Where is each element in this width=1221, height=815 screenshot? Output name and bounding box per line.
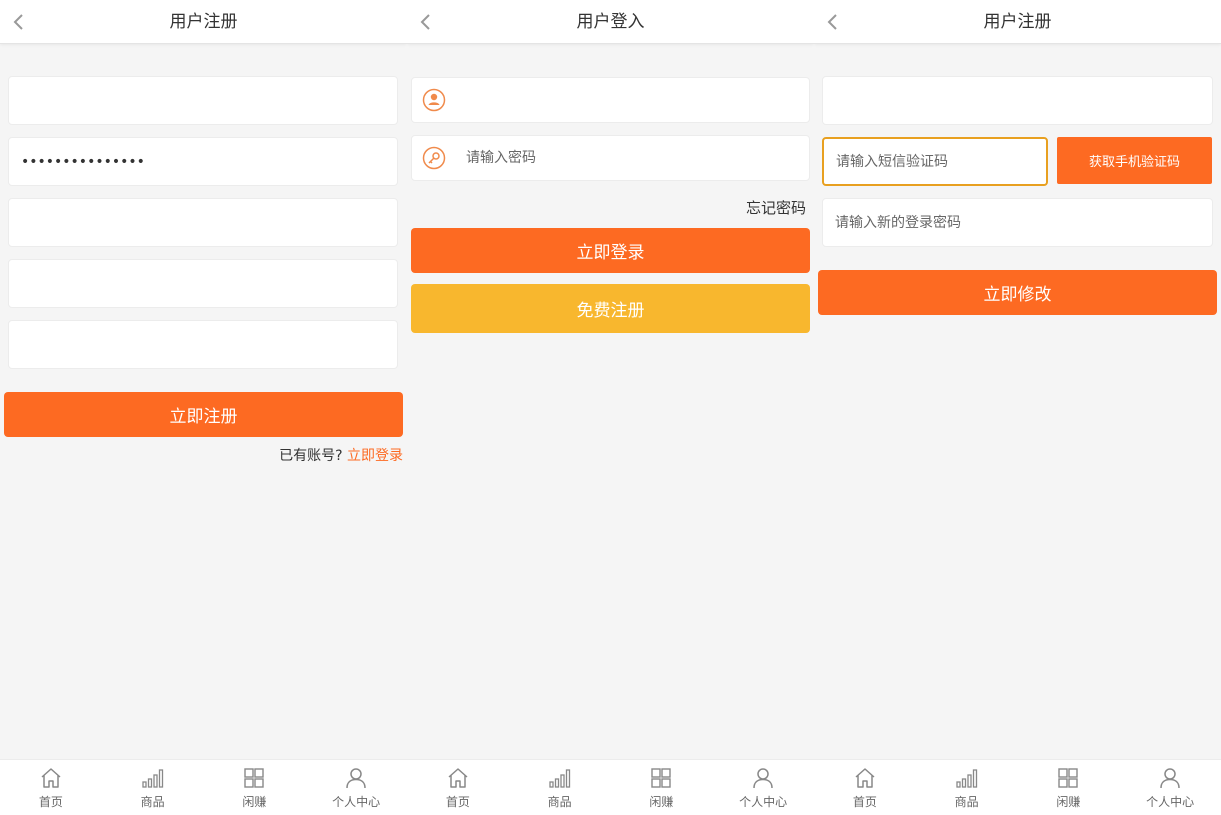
tab-profile[interactable]: 个人中心 bbox=[305, 760, 407, 815]
login-prompt: 已有账号? 立即登录 bbox=[279, 445, 403, 465]
tab-profile-label: 个人中心 bbox=[332, 795, 381, 809]
tab-products-label: 商品 bbox=[547, 795, 572, 809]
bar-chart-icon bbox=[141, 769, 163, 788]
confirm-password-field bbox=[8, 198, 398, 247]
password-field bbox=[411, 135, 810, 181]
register-submit-button[interactable]: 立即注册 bbox=[4, 392, 403, 437]
new-password-field bbox=[822, 198, 1213, 247]
password-input[interactable] bbox=[412, 136, 809, 180]
tab-profile[interactable]: 个人中心 bbox=[1119, 760, 1221, 815]
login-button[interactable]: 立即登录 bbox=[411, 228, 810, 273]
free-register-button[interactable]: 免费注册 bbox=[411, 284, 810, 333]
home-icon bbox=[448, 768, 468, 788]
tab-products-label: 商品 bbox=[140, 795, 165, 809]
grid-icon bbox=[244, 768, 265, 788]
phone-field bbox=[822, 76, 1213, 125]
home-icon bbox=[41, 768, 61, 788]
page-title: 用户注册 bbox=[169, 12, 238, 32]
bottom-tabbar: 首页 商品 闲赚 个人中心 bbox=[0, 759, 407, 815]
reset-password-screen: 用户注册 获取手机验证码 立即修改 首页 商品 闲赚 个人中心 bbox=[814, 0, 1221, 815]
tab-products[interactable]: 商品 bbox=[102, 760, 204, 815]
reset-submit-button[interactable]: 立即修改 bbox=[818, 270, 1217, 315]
username-input[interactable] bbox=[412, 78, 809, 122]
tab-home-label: 首页 bbox=[38, 795, 63, 809]
has-account-text: 已有账号? bbox=[279, 448, 343, 464]
invite-code-field bbox=[8, 320, 398, 369]
tab-profile-label: 个人中心 bbox=[739, 795, 788, 809]
page-title: 用户登入 bbox=[576, 12, 645, 32]
username-field bbox=[8, 76, 398, 125]
new-password-input[interactable] bbox=[823, 199, 1212, 246]
header: 用户登入 bbox=[407, 0, 814, 44]
grid-icon bbox=[651, 768, 672, 788]
tab-home[interactable]: 首页 bbox=[814, 760, 916, 815]
tab-earn[interactable]: 闲赚 bbox=[611, 760, 713, 815]
confirm-password-input[interactable] bbox=[9, 199, 397, 246]
get-sms-code-button[interactable]: 获取手机验证码 bbox=[1057, 137, 1212, 184]
username-field bbox=[411, 77, 810, 123]
login-link[interactable]: 立即登录 bbox=[347, 448, 403, 464]
user-icon bbox=[346, 768, 366, 789]
tab-earn[interactable]: 闲赚 bbox=[204, 760, 306, 815]
tab-home[interactable]: 首页 bbox=[407, 760, 509, 815]
phone-input[interactable] bbox=[823, 77, 1212, 124]
tab-home-label: 首页 bbox=[852, 795, 877, 809]
header: 用户注册 bbox=[0, 0, 407, 44]
bottom-tabbar: 首页 商品 闲赚 个人中心 bbox=[814, 759, 1221, 815]
user-icon bbox=[1160, 768, 1180, 789]
sms-code-field bbox=[822, 137, 1048, 186]
grid-icon bbox=[1058, 768, 1079, 788]
bottom-tabbar: 首页 商品 闲赚 个人中心 bbox=[407, 759, 814, 815]
tab-products[interactable]: 商品 bbox=[509, 760, 611, 815]
tab-earn[interactable]: 闲赚 bbox=[1018, 760, 1120, 815]
forgot-password-link[interactable]: 忘记密码 bbox=[746, 197, 806, 218]
tab-home-label: 首页 bbox=[445, 795, 470, 809]
tab-profile-label: 个人中心 bbox=[1146, 795, 1195, 809]
register-screen: 用户注册 立即注册 已有账号? 立即登录 首页 商品 闲赚 个人 bbox=[0, 0, 407, 815]
tab-products-label: 商品 bbox=[954, 795, 979, 809]
home-icon bbox=[855, 768, 875, 788]
bar-chart-icon bbox=[548, 769, 570, 788]
phone-input[interactable] bbox=[9, 260, 397, 307]
page-title: 用户注册 bbox=[983, 12, 1052, 32]
password-input[interactable] bbox=[9, 138, 397, 185]
tab-earn-label: 闲赚 bbox=[1056, 795, 1081, 809]
header: 用户注册 bbox=[814, 0, 1221, 44]
tab-profile[interactable]: 个人中心 bbox=[712, 760, 814, 815]
sms-code-input[interactable] bbox=[824, 139, 1046, 184]
tab-earn-label: 闲赚 bbox=[242, 795, 267, 809]
username-input[interactable] bbox=[9, 77, 397, 124]
password-field bbox=[8, 137, 398, 186]
bar-chart-icon bbox=[955, 769, 977, 788]
tab-products[interactable]: 商品 bbox=[916, 760, 1018, 815]
user-icon bbox=[753, 768, 773, 789]
tab-home[interactable]: 首页 bbox=[0, 760, 102, 815]
tab-earn-label: 闲赚 bbox=[649, 795, 674, 809]
login-screen: 用户登入 忘记密码 立即登录 免费注册 首页 商品 闲赚 个人中心 bbox=[407, 0, 814, 815]
invite-code-input[interactable] bbox=[9, 321, 397, 368]
phone-field bbox=[8, 259, 398, 308]
